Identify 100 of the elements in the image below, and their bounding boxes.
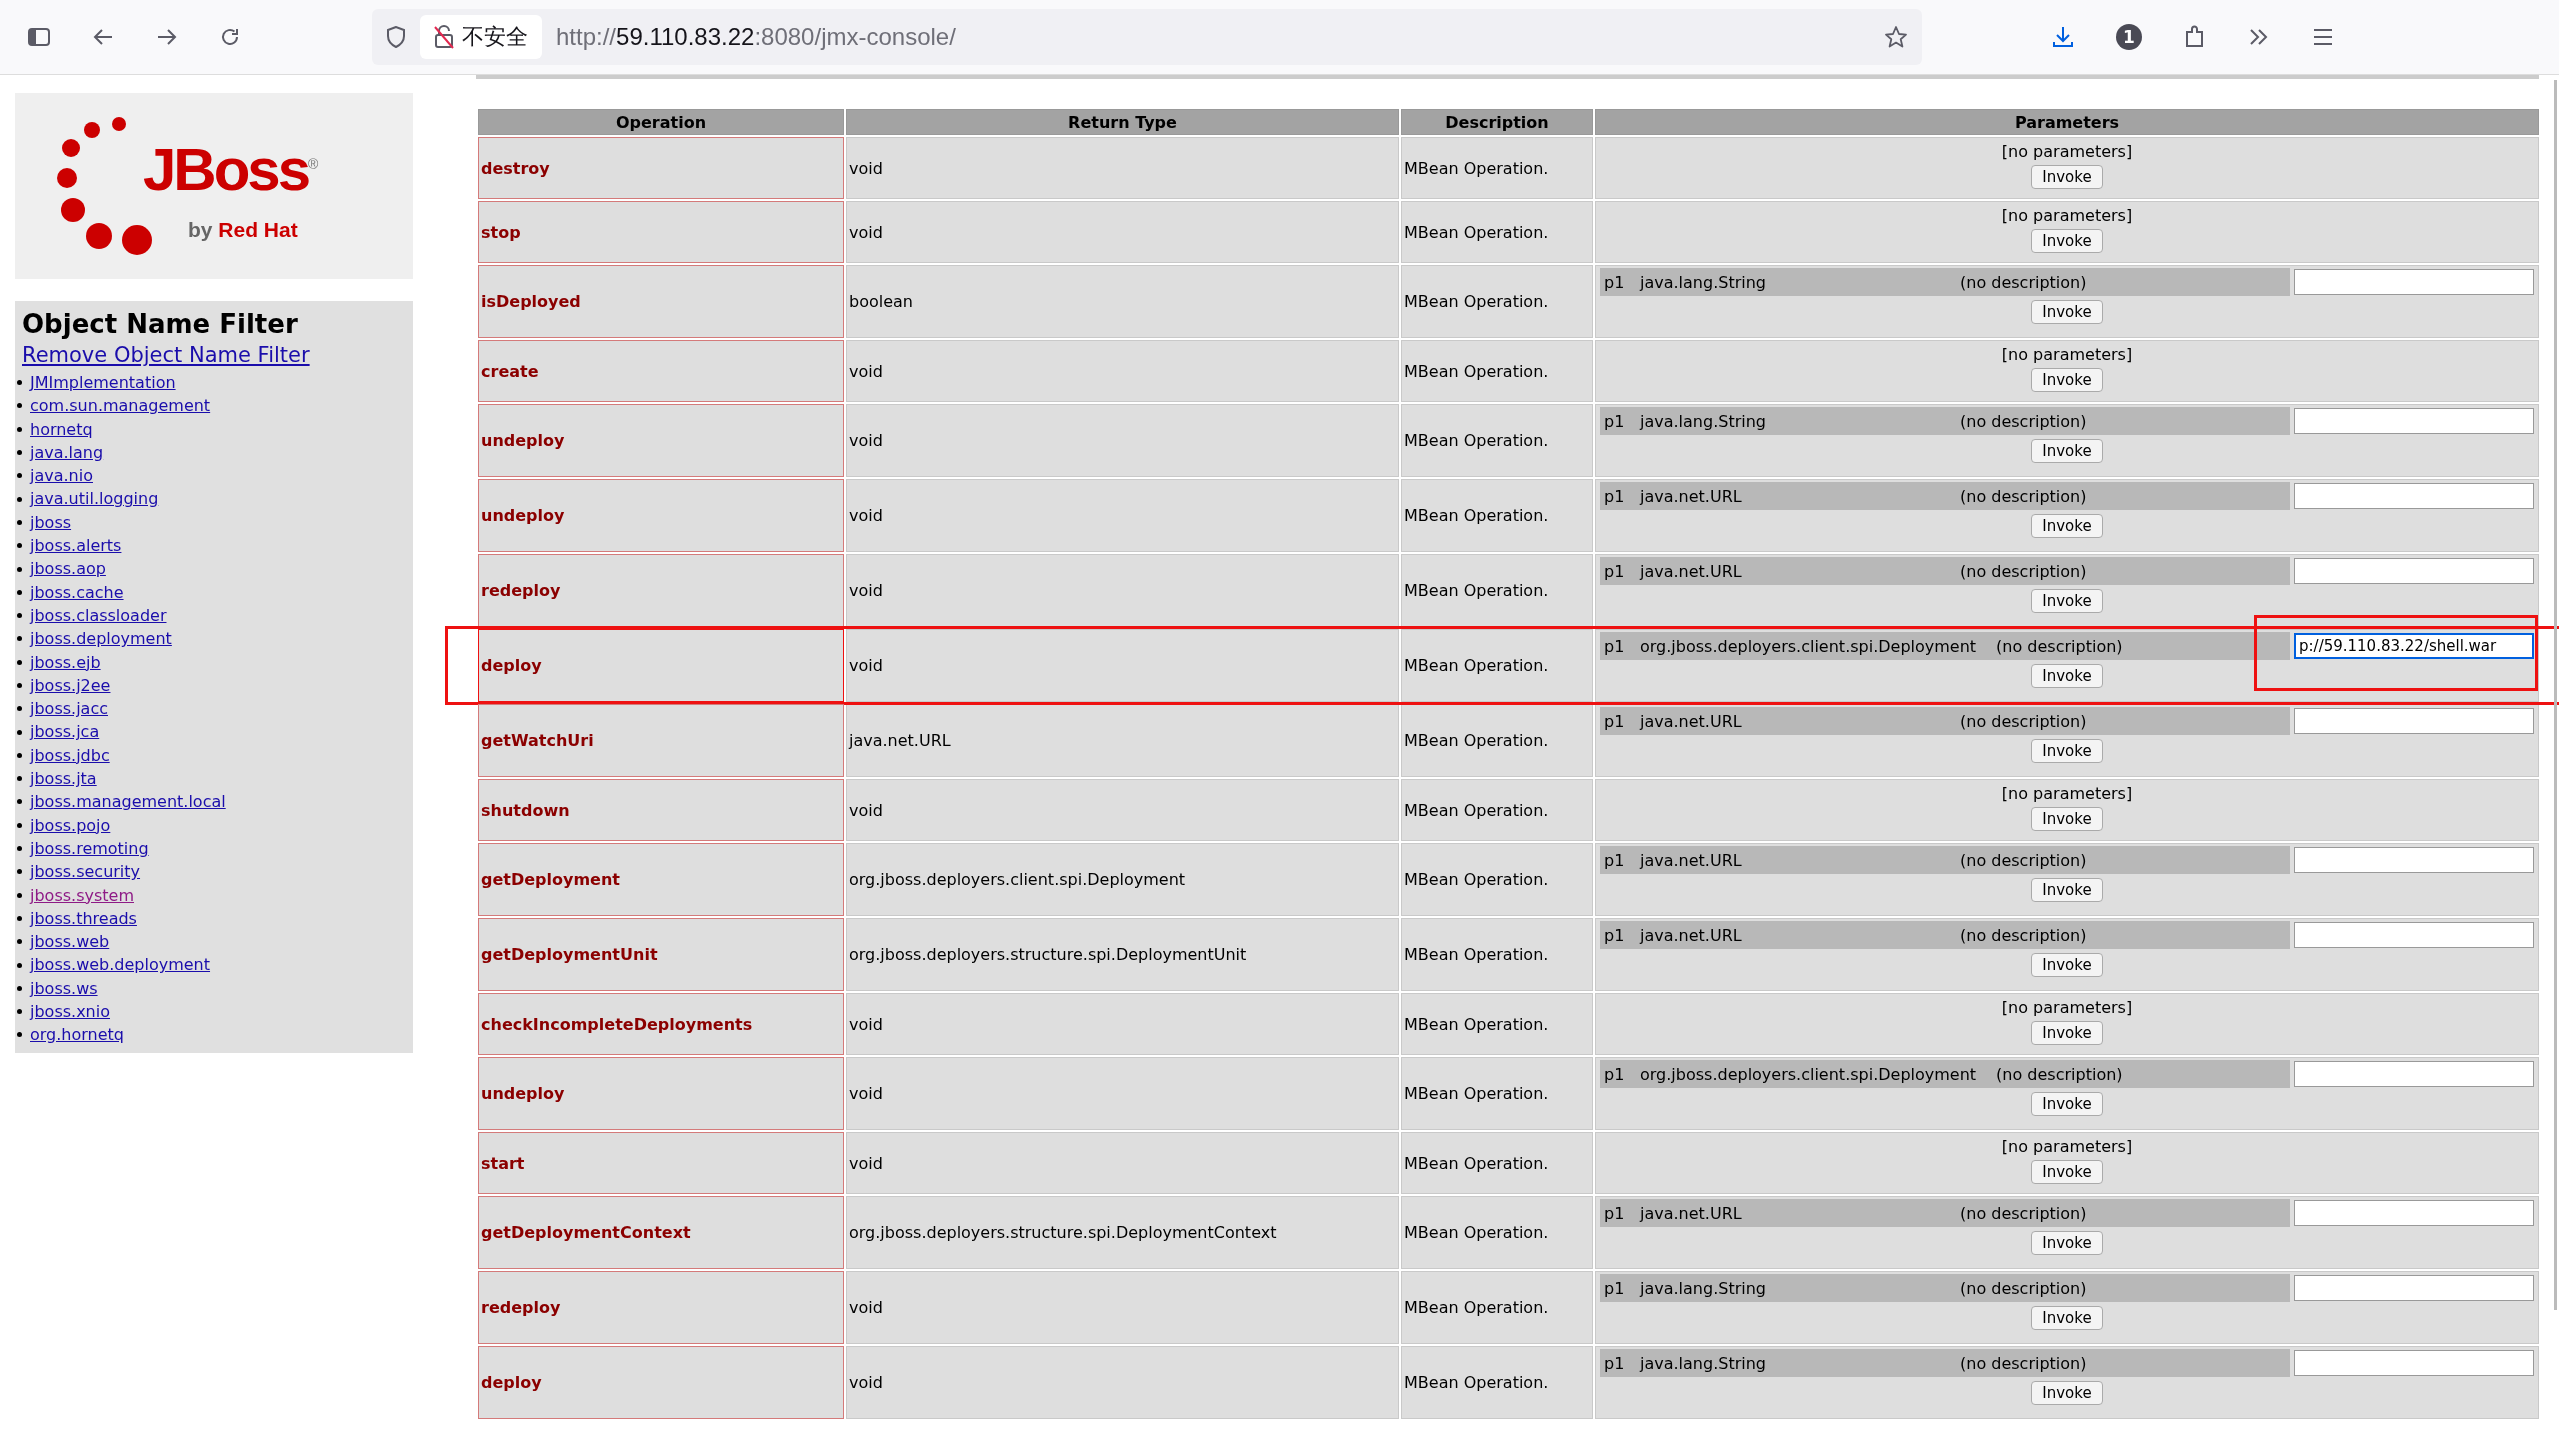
description-cell: MBean Operation. [1401, 918, 1593, 991]
domain-link[interactable]: jboss.j2ee [30, 673, 111, 698]
invoke-button[interactable]: Invoke [2031, 739, 2103, 763]
domain-link[interactable]: jboss.management.local [30, 790, 226, 814]
star-icon[interactable] [1884, 25, 1908, 49]
description-cell: MBean Operation. [1401, 137, 1593, 199]
parameter-input[interactable] [2294, 483, 2534, 509]
description-cell: MBean Operation. [1401, 993, 1593, 1055]
description-cell: MBean Operation. [1401, 629, 1593, 702]
puzzle-icon[interactable] [2184, 25, 2206, 49]
parameter-description: (no description) [1960, 272, 2088, 292]
parameter-input[interactable] [2294, 269, 2534, 295]
menu-icon[interactable] [2312, 28, 2334, 46]
domain-link[interactable]: hornetq [30, 417, 93, 441]
parameter-type: java.net.URL [1640, 850, 1743, 870]
domain-link[interactable]: jboss.security [30, 860, 141, 884]
invoke-button[interactable]: Invoke [2031, 953, 2103, 977]
domain-link[interactable]: com.sun.management [30, 394, 211, 418]
parameter-input[interactable] [2294, 847, 2534, 873]
invoke-button[interactable]: Invoke [2031, 439, 2103, 463]
domain-link[interactable]: jboss.jacc [30, 697, 108, 721]
forward-icon[interactable] [156, 28, 178, 46]
chevrons-icon[interactable] [2248, 27, 2270, 47]
parameter-description: (no description) [1960, 711, 2088, 731]
invoke-button[interactable]: Invoke [2031, 807, 2103, 831]
parameter-description: (no description) [1960, 1203, 2088, 1223]
account-badge[interactable]: 1 [2116, 24, 2142, 50]
parameter-name: p1 [1603, 1278, 1626, 1298]
invoke-button[interactable]: Invoke [2031, 1160, 2103, 1184]
parameter-input[interactable] [2294, 922, 2534, 948]
parameter-input[interactable]: p://59.110.83.22/shell.war [2294, 633, 2534, 659]
domain-link[interactable]: java.nio [30, 464, 93, 488]
return-type-cell: void [846, 137, 1399, 199]
invoke-button[interactable]: Invoke [2031, 1092, 2103, 1116]
domain-link[interactable]: jboss.cache [30, 580, 124, 604]
parameter-input[interactable] [2294, 408, 2534, 434]
invoke-button[interactable]: Invoke [2031, 1021, 2103, 1045]
description-cell: MBean Operation. [1401, 340, 1593, 402]
domain-link[interactable]: jboss.aop [30, 557, 106, 581]
parameter-input[interactable] [2294, 558, 2534, 584]
domain-link[interactable]: jboss.remoting [30, 836, 149, 861]
invoke-button[interactable]: Invoke [2031, 229, 2103, 253]
sidebar-icon[interactable] [28, 28, 50, 46]
reload-icon[interactable] [220, 27, 240, 47]
parameter-input[interactable] [2294, 1350, 2534, 1376]
domain-link[interactable]: jboss.web.deployment [30, 953, 211, 977]
column-header: Return Type [846, 109, 1399, 135]
domain-link[interactable]: jboss.ws [30, 976, 98, 1000]
invoke-button[interactable]: Invoke [2031, 300, 2103, 324]
domain-link[interactable]: jboss.threads [30, 906, 137, 931]
parameter-description: (no description) [1960, 925, 2088, 945]
parameter-type: java.net.URL [1640, 925, 1743, 945]
invoke-button[interactable]: Invoke [2031, 878, 2103, 902]
operation-cell: shutdown [478, 779, 844, 841]
invoke-button[interactable]: Invoke [2031, 1231, 2103, 1255]
invoke-button[interactable]: Invoke [2031, 664, 2103, 688]
domain-link[interactable]: JMImplementation [30, 371, 176, 395]
domain-link[interactable]: jboss.classloader [30, 603, 167, 628]
operation-cell: getWatchUri [478, 704, 844, 777]
invoke-button[interactable]: Invoke [2031, 1306, 2103, 1330]
parameter-input[interactable] [2294, 1061, 2534, 1087]
description-cell: MBean Operation. [1401, 1132, 1593, 1194]
domain-link[interactable]: jboss.pojo [30, 813, 111, 837]
back-icon[interactable] [92, 28, 114, 46]
domain-link[interactable]: jboss [30, 510, 72, 535]
security-indicator[interactable]: 不安全 [420, 15, 542, 59]
parameter-name: p1 [1603, 272, 1626, 292]
download-icon[interactable] [2052, 26, 2074, 48]
return-type-cell: void [846, 404, 1399, 477]
parameter-input[interactable] [2294, 708, 2534, 734]
address-bar[interactable]: 不安全 http://59.110.83.22:8080/jmx-console/ [372, 9, 1922, 65]
logo-wordmark: JBoss$^{®}$ [143, 140, 316, 200]
remove-filter-link[interactable]: Remove Object Name Filter [22, 343, 310, 367]
domain-link[interactable]: jboss.system [30, 883, 134, 907]
domain-link[interactable]: jboss.ejb [30, 650, 101, 674]
logo-tagline: by Red Hat [188, 218, 299, 242]
return-type-cell: void [846, 1271, 1399, 1344]
domain-link[interactable]: jboss.jta [30, 767, 97, 791]
invoke-button[interactable]: Invoke [2031, 165, 2103, 189]
return-type-cell: void [846, 629, 1399, 702]
invoke-button[interactable]: Invoke [2031, 514, 2103, 538]
shield-icon[interactable] [386, 26, 406, 48]
domain-link[interactable]: jboss.alerts [30, 534, 122, 558]
domain-link[interactable]: jboss.deployment [30, 627, 172, 651]
invoke-button[interactable]: Invoke [2031, 589, 2103, 613]
domain-link[interactable]: java.lang [30, 440, 104, 465]
domain-link[interactable]: jboss.xnio [30, 1000, 110, 1024]
parameter-input[interactable] [2294, 1200, 2534, 1226]
parameter-type: java.net.URL [1640, 561, 1743, 581]
domain-link[interactable]: jboss.jdbc [30, 743, 110, 768]
parameter-input[interactable] [2294, 1275, 2534, 1301]
operation-cell: create [478, 340, 844, 402]
parameter-name: p1 [1603, 925, 1626, 945]
domain-link[interactable]: org.hornetq [30, 1023, 124, 1047]
invoke-button[interactable]: Invoke [2031, 368, 2103, 392]
invoke-button[interactable]: Invoke [2031, 1381, 2103, 1405]
parameter-type: java.lang.String [1640, 1278, 1767, 1298]
domain-link[interactable]: jboss.jca [30, 720, 100, 744]
domain-link[interactable]: jboss.web [30, 930, 110, 954]
domain-link[interactable]: java.util.logging [30, 487, 159, 511]
